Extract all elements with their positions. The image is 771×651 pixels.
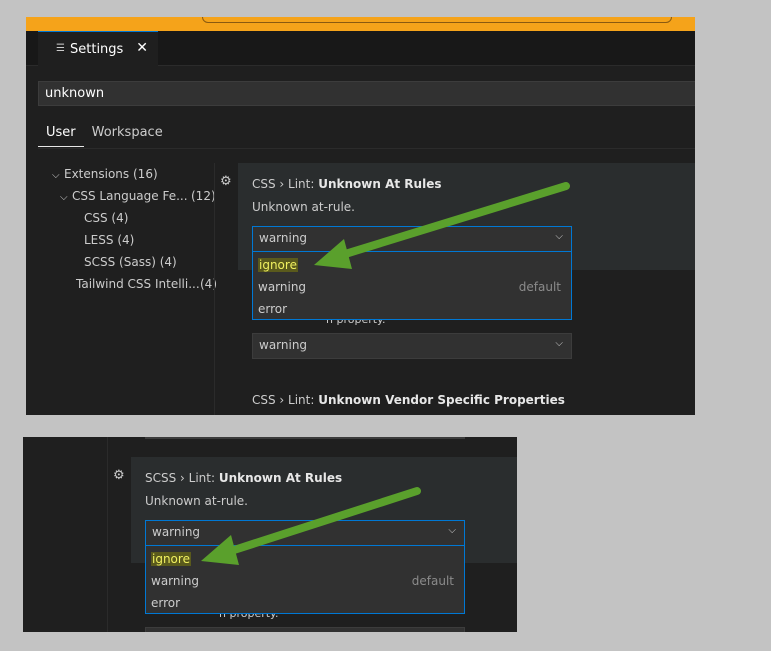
toc-item-tailwind[interactable]: Tailwind CSS Intelli... [76,273,200,295]
setting-name: Unknown At Rules [318,177,442,191]
chevron-down-icon: ⌵ [52,170,60,181]
tab-workspace[interactable]: Workspace [84,123,171,147]
default-label: default [518,280,561,294]
toc-item-extensions[interactable]: ⌵ Extensions (16) [52,163,158,185]
chevron-down-icon: ⌵ [60,192,68,203]
setting-name: Unknown At Rules [218,471,343,485]
toc-item-css[interactable]: CSS (4) [84,207,128,229]
settings-lines-icon: ☰ [56,43,65,54]
option-label: error [258,302,288,316]
unknown-at-rules-select[interactable]: warning ⌵ [252,226,572,252]
select-value: warning [259,231,308,245]
select-value: warning [259,338,308,352]
toc-item-css-language[interactable]: ⌵ CSS Language Fe... [60,185,188,207]
toc-divider [107,437,108,632]
settings-search-input[interactable]: unknown [38,81,695,106]
option-warning[interactable]: warning default [253,276,571,298]
toc-count: (16) [133,167,158,181]
scss-unknown-at-rules-select[interactable]: warning ⌵ [145,520,465,546]
gear-icon[interactable]: ⚙ [113,469,127,483]
setting-description: Unknown at-rule. [252,200,355,214]
option-error[interactable]: error [253,298,571,320]
tab-label: Settings [70,41,124,57]
divider [38,148,695,149]
close-icon[interactable]: ✕ [136,40,148,56]
chevron-down-icon: ⌵ [555,231,563,242]
setting-title: SCSS › Lint: Unknown At Rules [145,471,342,485]
select-dropdown: ignore warning default error [252,252,572,320]
option-error[interactable]: error [146,592,464,614]
option-label: warning [258,280,307,294]
chevron-down-icon: ⌵ [448,525,456,536]
toc-item-less[interactable]: LESS (4) [84,229,134,251]
toc-divider [214,163,215,415]
command-center[interactable] [202,17,672,23]
settings-panel-scss: ⚙ SCSS › Lint: Unknown At Rules Unknown … [23,437,517,632]
toc-label: CSS Language Fe... [72,189,188,203]
toc-item-scss[interactable]: SCSS (Sass) (4) [84,251,177,273]
select-value: warning [152,525,201,539]
option-label: error [151,596,181,610]
setting-prefix: SCSS › Lint: [145,471,219,485]
settings-panel-css: ☰ Settings ✕ unknown User Workspace ⌵ Ext… [26,17,695,415]
option-warning[interactable]: warning default [146,570,464,592]
chevron-down-icon: ⌵ [555,338,563,349]
toc-count: (12) [191,189,216,203]
tab-user[interactable]: User [38,123,84,147]
option-ignore[interactable]: ignore [253,254,571,276]
option-label: ignore [151,552,191,566]
tab-settings[interactable]: ☰ Settings ✕ [38,31,158,66]
editor-tab-strip: ☰ Settings ✕ [26,31,695,66]
setting-title: CSS › Lint: Unknown Vendor Specific Prop… [252,393,565,407]
gear-icon[interactable]: ⚙ [220,175,234,189]
default-label: default [411,574,454,588]
toc-label: Extensions [64,167,130,181]
setting2-select[interactable]: warning ⌵ [252,333,572,359]
option-ignore[interactable]: ignore [146,548,464,570]
previous-select-edge [145,437,465,439]
option-label: warning [151,574,200,588]
next-setting-select[interactable] [145,627,465,632]
setting-prefix: CSS › Lint: [252,177,319,191]
setting-prefix: CSS › Lint: [252,393,319,407]
setting-name: Unknown Vendor Specific Properties [318,393,565,407]
setting-title: CSS › Lint: Unknown At Rules [252,177,441,191]
option-label: ignore [258,258,298,272]
scope-tabs: User Workspace [38,123,171,147]
select-dropdown: ignore warning default error [145,546,465,614]
setting-description: Unknown at-rule. [145,494,248,508]
